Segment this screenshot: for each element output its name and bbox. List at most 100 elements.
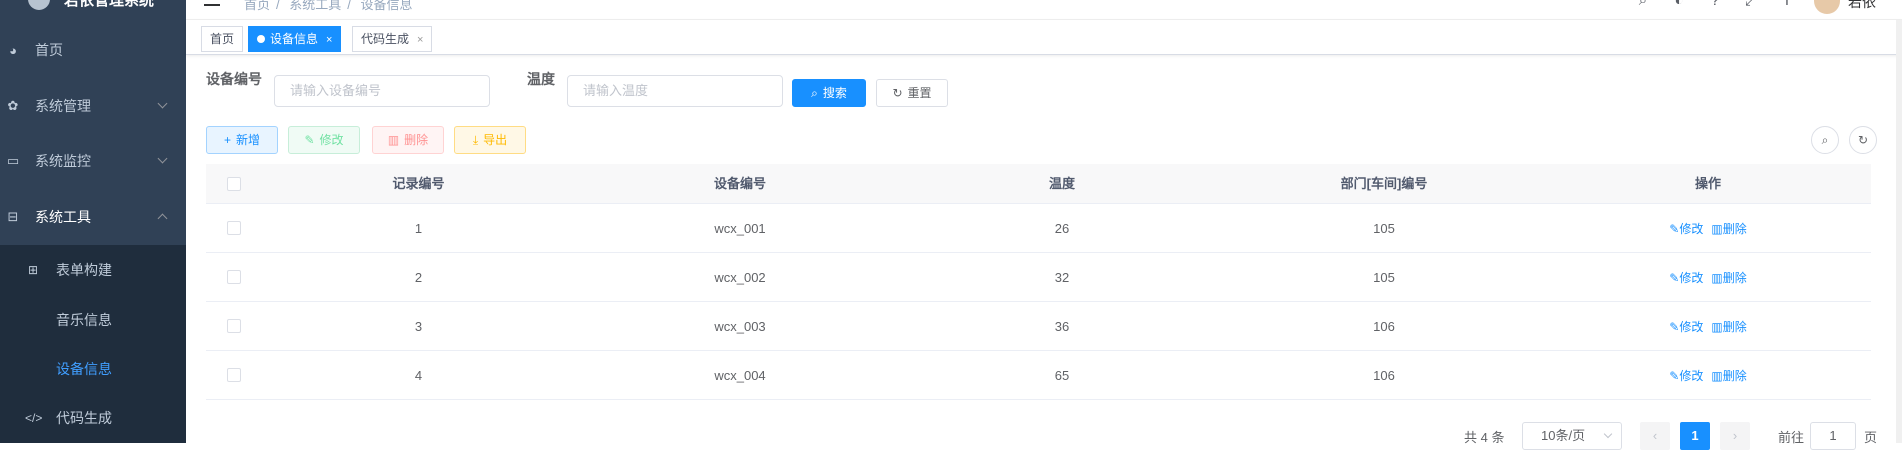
avatar[interactable] xyxy=(1814,0,1840,14)
chevron-down-icon xyxy=(157,153,168,164)
search-button[interactable]: ⌕ 搜索 xyxy=(792,79,866,107)
table-row: 2 wcx_002 32 105 ✎修改 ▥删除 xyxy=(206,253,1871,302)
trash-icon: ▥ xyxy=(1711,320,1723,334)
header-record-id: 记录编号 xyxy=(392,176,445,191)
breadcrumb-item[interactable]: 系统工具 xyxy=(289,0,341,12)
cell-dept-id: 106 xyxy=(1373,368,1395,383)
chevron-down-icon xyxy=(157,98,168,109)
row-checkbox[interactable] xyxy=(227,368,241,382)
delete-button[interactable]: ▥ 删除 xyxy=(372,126,444,154)
sidebar-subitem-code-gen[interactable]: </> 代码生成 xyxy=(0,393,186,443)
trash-icon: ▥ xyxy=(1711,369,1723,383)
chevron-down-icon xyxy=(1603,429,1613,439)
row-edit-button[interactable]: ✎修改 xyxy=(1669,271,1703,285)
row-delete-button[interactable]: ▥删除 xyxy=(1711,271,1746,285)
sidebar-subitem-form-builder[interactable]: ⊞ 表单构建 xyxy=(0,245,186,295)
edit-icon: ✎ xyxy=(1669,222,1680,236)
cell-record-id: 1 xyxy=(414,221,423,236)
sidebar-item-system-management[interactable]: ✿ 系统管理 xyxy=(0,78,186,134)
tags-view: 首页 设备信息 × 代码生成 × xyxy=(186,20,1902,55)
sidebar-subitem-label: 代码生成 xyxy=(56,410,112,426)
row-delete-button[interactable]: ▥删除 xyxy=(1711,222,1746,236)
row-delete-button[interactable]: ▥删除 xyxy=(1711,320,1746,334)
cell-device-id: wcx_004 xyxy=(714,368,766,383)
cell-record-id: 4 xyxy=(414,368,423,383)
header-dept-id: 部门[车间]编号 xyxy=(1340,176,1428,191)
cell-device-id: wcx_003 xyxy=(714,319,766,334)
page-number[interactable]: 1 xyxy=(1680,422,1710,450)
trash-icon: ▥ xyxy=(387,133,400,147)
logo-text: 若依管理系统 xyxy=(64,0,155,9)
trash-icon: ▥ xyxy=(1711,222,1723,236)
row-checkbox[interactable] xyxy=(227,270,241,284)
sidebar-subitem-device-info[interactable]: 设备信息 xyxy=(0,344,186,394)
sidebar-subitem-music-info[interactable]: 音乐信息 xyxy=(0,295,186,345)
next-page-button[interactable]: › xyxy=(1720,422,1750,450)
sidebar-item-system-monitor[interactable]: ▭ 系统监控 xyxy=(0,133,186,189)
font-size-icon[interactable]: T xyxy=(1778,0,1796,10)
goto-page-input[interactable]: 1 xyxy=(1810,422,1856,450)
search-icon[interactable]: ⌕ xyxy=(1634,0,1652,10)
edit-icon: ✎ xyxy=(304,133,315,147)
logo-icon xyxy=(28,0,50,10)
monitor-icon: ▭ xyxy=(6,153,20,168)
row-edit-button[interactable]: ✎修改 xyxy=(1669,222,1703,236)
github-icon[interactable]: ◐ xyxy=(1670,0,1688,10)
sidebar-item-system-tools[interactable]: ⊟ 系统工具 xyxy=(0,189,186,245)
close-icon[interactable]: × xyxy=(417,34,423,46)
sidebar-item-label: 系统工具 xyxy=(35,209,91,225)
breadcrumb-item[interactable]: 首页 xyxy=(244,0,270,12)
navbar-right: ⌕ ◐ ? ⤢ T 若依 xyxy=(1634,0,1902,14)
cell-temperature: 26 xyxy=(1054,221,1070,236)
tag-home[interactable]: 首页 xyxy=(201,26,244,52)
breadcrumb-item: 设备信息 xyxy=(360,0,413,12)
cell-actions: ✎修改 ▥删除 xyxy=(1545,351,1871,400)
reset-button[interactable]: ↻ 重置 xyxy=(876,79,948,107)
row-delete-button[interactable]: ▥删除 xyxy=(1711,369,1746,383)
hamburger-icon[interactable] xyxy=(204,0,220,6)
device-input[interactable]: 请输入设备编号 xyxy=(274,75,490,107)
cell-device-id: wcx_001 xyxy=(714,221,766,236)
tag-code-gen[interactable]: 代码生成 × xyxy=(352,26,433,52)
add-button[interactable]: + 新增 xyxy=(206,126,278,154)
main-content: 设备编号 请输入设备编号 温度 请输入温度 ⌕ 搜索 ↻ 重置 + 新增 ✎ 修改 ▥ 删… xyxy=(186,56,1902,450)
close-icon[interactable]: × xyxy=(326,34,332,46)
header-temperature: 温度 xyxy=(1048,176,1075,191)
header-device-id: 设备编号 xyxy=(713,176,766,191)
question-icon[interactable]: ? xyxy=(1706,0,1724,10)
user-name[interactable]: 若依 xyxy=(1848,0,1876,12)
download-icon: ⤓ xyxy=(472,133,479,147)
row-edit-button[interactable]: ✎修改 xyxy=(1669,320,1703,334)
export-button[interactable]: ⤓ 导出 xyxy=(454,126,526,154)
sidebar-subitem-label: 表单构建 xyxy=(56,262,112,278)
temp-label: 温度 xyxy=(527,71,555,87)
prev-page-button[interactable]: ‹ xyxy=(1640,422,1670,450)
tag-label: 代码生成 xyxy=(361,32,410,46)
table-row: 4 wcx_004 65 106 ✎修改 ▥删除 xyxy=(206,351,1871,400)
cell-dept-id: 105 xyxy=(1373,221,1395,236)
fullscreen-icon[interactable]: ⤢ xyxy=(1742,0,1760,10)
refresh-button[interactable]: ↻ xyxy=(1849,126,1877,154)
sidebar-item-home[interactable]: ◕ 首页 xyxy=(0,22,186,78)
edit-button[interactable]: ✎ 修改 xyxy=(288,126,360,154)
edit-icon: ✎ xyxy=(1669,369,1680,383)
header-actions: 操作 xyxy=(1694,176,1721,191)
breadcrumb: 首页 / 系统工具 / 设备信息 xyxy=(244,0,419,13)
sidebar: 若依管理系统 ◕ 首页 ✿ 系统管理 ▭ 系统监控 ⊟ 系统工具 ⊞ 表单构建 … xyxy=(0,0,186,443)
sidebar-item-label: 系统管理 xyxy=(35,98,91,114)
code-icon: </> xyxy=(25,411,43,425)
table-icon: ⊞ xyxy=(27,263,39,277)
refresh-icon: ↻ xyxy=(892,86,903,100)
toggle-search-button[interactable]: ⌕ xyxy=(1811,126,1839,154)
edit-icon: ✎ xyxy=(1669,320,1680,334)
tag-device-info[interactable]: 设备信息 × xyxy=(248,26,342,52)
temp-input[interactable]: 请输入温度 xyxy=(567,75,783,107)
sidebar-subitem-label: 设备信息 xyxy=(56,361,112,377)
row-checkbox[interactable] xyxy=(227,221,241,235)
cell-actions: ✎修改 ▥删除 xyxy=(1545,204,1871,253)
select-all-checkbox[interactable] xyxy=(227,177,241,191)
page-size-select[interactable]: 10条/页 xyxy=(1522,422,1622,450)
row-edit-button[interactable]: ✎修改 xyxy=(1669,369,1703,383)
row-checkbox[interactable] xyxy=(227,319,241,333)
plus-icon: + xyxy=(223,133,231,147)
